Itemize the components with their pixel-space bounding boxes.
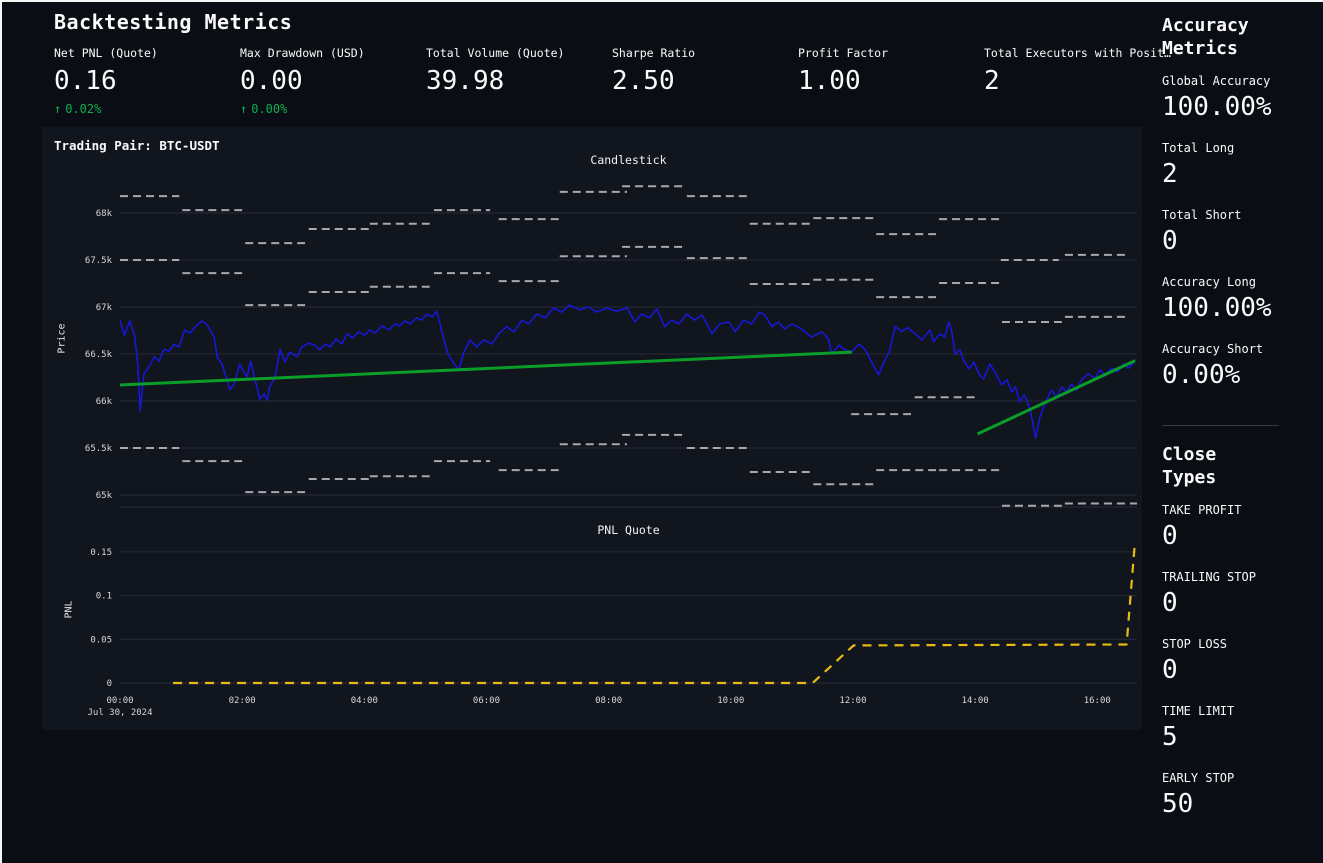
stat-label: Accuracy Long [1162,275,1307,289]
metric-label: Max Drawdown (USD) [240,46,426,60]
metric-delta: ↑ 0.00% [240,102,426,116]
stat-label: Global Accuracy [1162,74,1307,88]
svg-text:67.5k: 67.5k [85,256,113,266]
stat-value: 2 [1162,160,1307,189]
metric-delta-value: 0.02% [65,102,101,116]
svg-text:00:00: 00:00 [106,696,133,706]
close-types-list: TAKE PROFIT 0 TRAILING STOP 0 STOP LOSS … [1162,503,1307,838]
stat-stop-loss: STOP LOSS 0 [1162,637,1307,704]
svg-text:66k: 66k [96,397,113,407]
metric-net-pnl: Net PNL (Quote) 0.16 ↑ 0.02% [54,46,240,116]
stat-label: TIME LIMIT [1162,704,1307,718]
accuracy-metrics-list: Global Accuracy 100.00% Total Long 2 Tot… [1162,74,1307,409]
metric-profit-factor: Profit Factor 1.00 [798,46,984,116]
stat-trailing-stop: TRAILING STOP 0 [1162,570,1307,637]
stat-global-accuracy: Global Accuracy 100.00% [1162,74,1307,141]
metric-value: 0.16 [54,67,240,97]
metric-value: 39.98 [426,67,612,97]
metric-delta: ↑ 0.02% [54,102,240,116]
stat-value: 0 [1162,589,1307,618]
stat-label: Accuracy Short [1162,342,1307,356]
metrics-row: Net PNL (Quote) 0.16 ↑ 0.02% Max Drawdown… [54,46,1170,116]
svg-text:0.15: 0.15 [90,548,112,558]
stat-value: 0.00% [1162,361,1307,390]
svg-text:65.5k: 65.5k [85,444,113,454]
stat-take-profit: TAKE PROFIT 0 [1162,503,1307,570]
svg-text:66.5k: 66.5k [85,350,113,360]
stat-time-limit: TIME LIMIT 5 [1162,704,1307,771]
metric-label: Total Volume (Quote) [426,46,612,60]
metric-label: Total Executors with Posit… [984,46,1170,60]
stat-early-stop: EARLY STOP 50 [1162,771,1307,838]
stat-value: 50 [1162,790,1307,819]
stat-value: 100.00% [1162,93,1307,122]
stat-label: TAKE PROFIT [1162,503,1307,517]
stat-label: EARLY STOP [1162,771,1307,785]
chart-panel: Trading Pair: BTC-USDT Candlestick Price… [42,127,1142,730]
stat-accuracy-short: Accuracy Short 0.00% [1162,342,1307,409]
page-title: Backtesting Metrics [54,10,292,34]
stat-label: STOP LOSS [1162,637,1307,651]
stat-value: 0 [1162,522,1307,551]
arrow-up-icon: ↑ [54,102,61,116]
stat-total-long: Total Long 2 [1162,141,1307,208]
svg-text:16:00: 16:00 [1084,696,1111,706]
backtesting-dashboard: Backtesting Metrics Net PNL (Quote) 0.16… [0,0,1323,863]
svg-text:02:00: 02:00 [229,696,256,706]
metric-value: 2 [984,67,1170,97]
svg-text:04:00: 04:00 [351,696,378,706]
stat-total-short: Total Short 0 [1162,208,1307,275]
stat-value: 100.00% [1162,294,1307,323]
arrow-up-icon: ↑ [240,102,247,116]
close-types-heading: Close Types [1162,443,1274,489]
stat-value: 5 [1162,723,1307,752]
sidebar-divider [1162,425,1279,426]
metric-delta-value: 0.00% [251,102,287,116]
sidebar: Accuracy Metrics Global Accuracy 100.00%… [1162,2,1307,838]
metric-value: 1.00 [798,67,984,97]
svg-text:0: 0 [107,679,112,689]
candlestick-chart[interactable]: 68k 67.5k 67k 66.5k 66k 65.5k 65k [42,127,1142,517]
metric-label: Sharpe Ratio [612,46,798,60]
svg-text:06:00: 06:00 [473,696,500,706]
svg-text:65k: 65k [96,491,113,501]
svg-text:67k: 67k [96,303,113,313]
stat-label: Total Short [1162,208,1307,222]
stat-value: 0 [1162,656,1307,685]
svg-text:10:00: 10:00 [717,696,744,706]
svg-text:12:00: 12:00 [839,696,866,706]
stat-label: Total Long [1162,141,1307,155]
metric-max-drawdown: Max Drawdown (USD) 0.00 ↑ 0.00% [240,46,426,116]
svg-text:Jul 30, 2024: Jul 30, 2024 [87,708,152,718]
metric-value: 2.50 [612,67,798,97]
metric-label: Net PNL (Quote) [54,46,240,60]
svg-text:08:00: 08:00 [595,696,622,706]
svg-text:0.1: 0.1 [96,592,112,602]
metric-total-volume: Total Volume (Quote) 39.98 [426,46,612,116]
pnl-chart[interactable]: 0 0.05 0.1 0.15 00:00 02:00 04:00 06:00 08:00 10:… [42,517,1142,730]
metric-value: 0.00 [240,67,426,97]
metric-label: Profit Factor [798,46,984,60]
metric-sharpe-ratio: Sharpe Ratio 2.50 [612,46,798,116]
svg-text:68k: 68k [96,209,113,219]
stat-label: TRAILING STOP [1162,570,1307,584]
metric-total-executors: Total Executors with Posit… 2 [984,46,1170,116]
accuracy-metrics-heading: Accuracy Metrics [1162,14,1274,60]
svg-text:14:00: 14:00 [962,696,989,706]
stat-accuracy-long: Accuracy Long 100.00% [1162,275,1307,342]
stat-value: 0 [1162,227,1307,256]
svg-text:0.05: 0.05 [90,635,112,645]
